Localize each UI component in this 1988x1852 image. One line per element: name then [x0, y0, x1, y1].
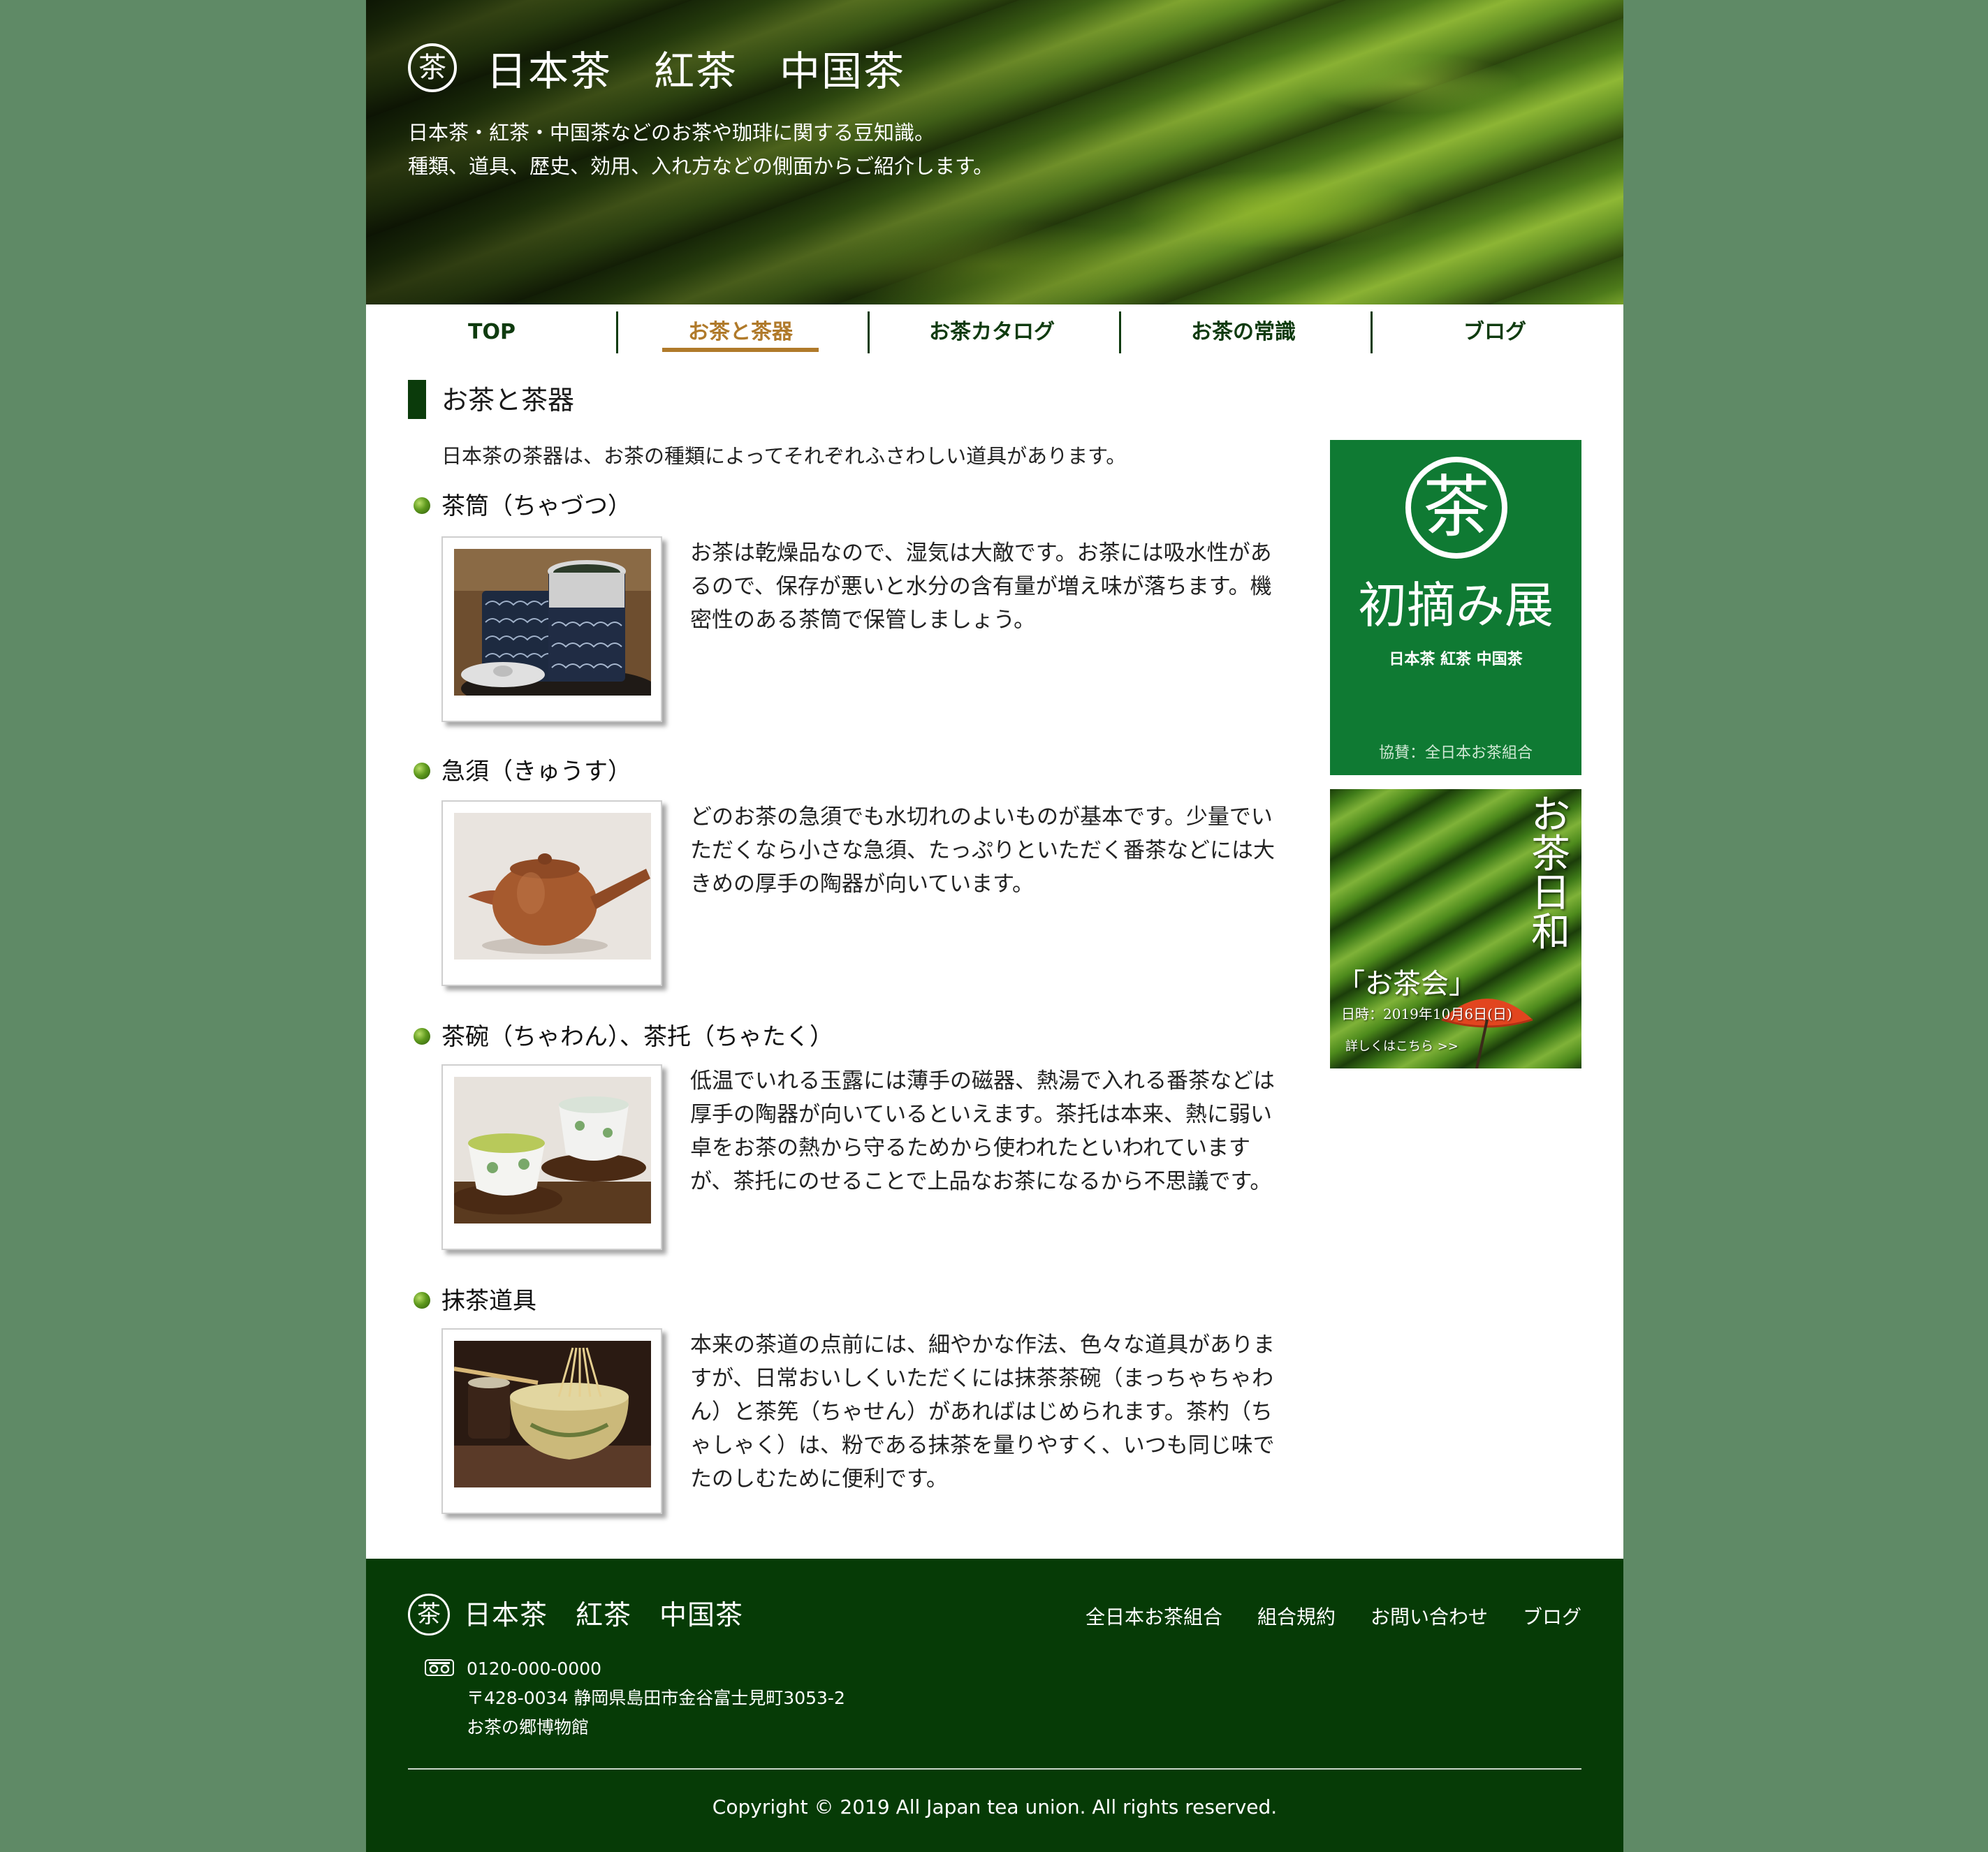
footer-link-union[interactable]: 全日本お茶組合	[1086, 1603, 1222, 1631]
teacups-image	[454, 1077, 651, 1223]
tea-party-banner[interactable]: お茶日和 「お茶会」 日時：2019年10月6日(日) 詳しくはこちら >>	[1330, 789, 1581, 1068]
footer-address: 〒428-0034 静岡県島田市金谷富士見町3053-2	[467, 1688, 845, 1708]
nav-divider	[1371, 311, 1373, 353]
teapot-photo	[441, 800, 662, 986]
site-description-line: 種類、道具、歴史、効用、入れ方などの側面からご紹介します。	[408, 154, 994, 178]
nav-item-tea-catalog[interactable]: お茶カタログ	[866, 310, 1118, 355]
matcha-tools-image	[454, 1341, 651, 1487]
tea-caddy-photo	[441, 536, 662, 722]
nav-divider	[616, 311, 618, 353]
first-pick-exhibition-banner[interactable]: 茶 初摘み展 日本茶 紅茶 中国茶 協賛：全日本お茶組合	[1330, 440, 1581, 775]
item-text: どのお茶の急須でも水切れのよいものが基本です。少量でいただくなら小さな急須、たっ…	[690, 804, 1275, 897]
item-text: 本来の茶道の点前には、細やかな作法、色々な道具がありますが、日常おいしくいただく…	[690, 1332, 1275, 1492]
item-text: 低温でいれる玉露には薄手の磁器、熱湯で入れる番茶などは厚手の陶器が向いているとい…	[690, 1068, 1275, 1194]
banner-event-date: 日時：2019年10月6日(日)	[1341, 1006, 1512, 1022]
footer-link-blog[interactable]: ブログ	[1523, 1603, 1581, 1631]
nav-divider	[1119, 311, 1121, 353]
item-title: 茶筒（ちゃづつ）	[441, 492, 631, 520]
main-nav: TOP お茶と茶器 お茶カタログ お茶の常識 ブログ	[366, 310, 1623, 355]
green-bullet-icon	[414, 1292, 430, 1309]
banner-title: 初摘み展	[1358, 577, 1554, 634]
header-hero: 茶 日本茶 紅茶 中国茶 日本茶・紅茶・中国茶などのお茶や珈琲に関する豆知識。 …	[366, 0, 1623, 304]
footer-link-rules[interactable]: 組合規約	[1257, 1603, 1336, 1631]
nav-active-indicator	[662, 348, 819, 352]
footer-divider	[408, 1768, 1581, 1770]
green-bullet-icon	[414, 763, 430, 779]
banner-subtitle: 日本茶 紅茶 中国茶	[1389, 651, 1523, 668]
tea-glyph-icon: 茶	[1405, 457, 1507, 559]
site-title[interactable]: 日本茶 紅茶 中国茶	[486, 43, 905, 99]
site-description: 日本茶・紅茶・中国茶などのお茶や珈琲に関する豆知識。 種類、道具、歴史、効用、入…	[408, 116, 993, 183]
section-title: お茶と茶器	[441, 385, 575, 416]
banner-more-link[interactable]: 詳しくはこちら >>	[1345, 1036, 1459, 1054]
footer: 茶 日本茶 紅茶 中国茶 全日本お茶組合 組合規約 お問い合わせ ブログ 012…	[366, 1559, 1623, 1852]
section-intro: 日本茶の茶器は、お茶の種類によってそれぞれふさわしい道具があります。	[441, 444, 1127, 468]
green-bullet-icon	[414, 497, 430, 514]
teacups-photo	[441, 1064, 662, 1250]
matcha-tools-photo	[441, 1328, 662, 1514]
footer-phone: 0120-000-0000	[467, 1659, 602, 1679]
page: 茶 日本茶 紅茶 中国茶 日本茶・紅茶・中国茶などのお茶や珈琲に関する豆知識。 …	[366, 0, 1623, 1852]
item-title: 茶碗（ちゃわん）、茶托（ちゃたく）	[441, 1023, 833, 1051]
item-text: お茶は乾燥品なので、湿気は大敵です。お茶には吸水性があるので、保存が悪いと水分の…	[690, 541, 1272, 633]
banner-vertical-title: お茶日和	[1530, 796, 1572, 953]
footer-link-contact[interactable]: お問い合わせ	[1371, 1603, 1488, 1631]
banner-sponsor: 協賛：全日本お茶組合	[1378, 744, 1533, 762]
copyright: Copyright © 2019 All Japan tea union. Al…	[712, 1795, 1278, 1818]
teapot-image	[454, 813, 651, 960]
nav-item-tea-basics[interactable]: お茶の常識	[1118, 310, 1369, 355]
item-title: 抹茶道具	[441, 1287, 536, 1315]
banner-event-title: 「お茶会」	[1337, 968, 1477, 1000]
site-description-line: 日本茶・紅茶・中国茶などのお茶や珈琲に関する豆知識。	[408, 121, 935, 145]
section-heading-bar	[408, 380, 426, 419]
tea-logo-icon[interactable]: 茶	[408, 1594, 450, 1636]
tea-logo-icon[interactable]: 茶	[408, 43, 457, 92]
footer-venue: お茶の郷博物館	[467, 1717, 590, 1737]
banner-vertical-title-text: お茶日和	[1531, 793, 1570, 955]
footer-title[interactable]: 日本茶 紅茶 中国茶	[464, 1598, 743, 1634]
free-dial-icon	[425, 1659, 454, 1676]
item-title: 急須（きゅうす）	[441, 758, 631, 786]
nav-item-top[interactable]: TOP	[366, 310, 617, 355]
nav-item-blog[interactable]: ブログ	[1369, 310, 1621, 355]
nav-divider	[868, 311, 870, 353]
footer-links: 全日本お茶組合 組合規約 お問い合わせ ブログ	[1086, 1603, 1581, 1631]
green-bullet-icon	[414, 1028, 430, 1045]
tea-caddy-image	[454, 549, 651, 696]
